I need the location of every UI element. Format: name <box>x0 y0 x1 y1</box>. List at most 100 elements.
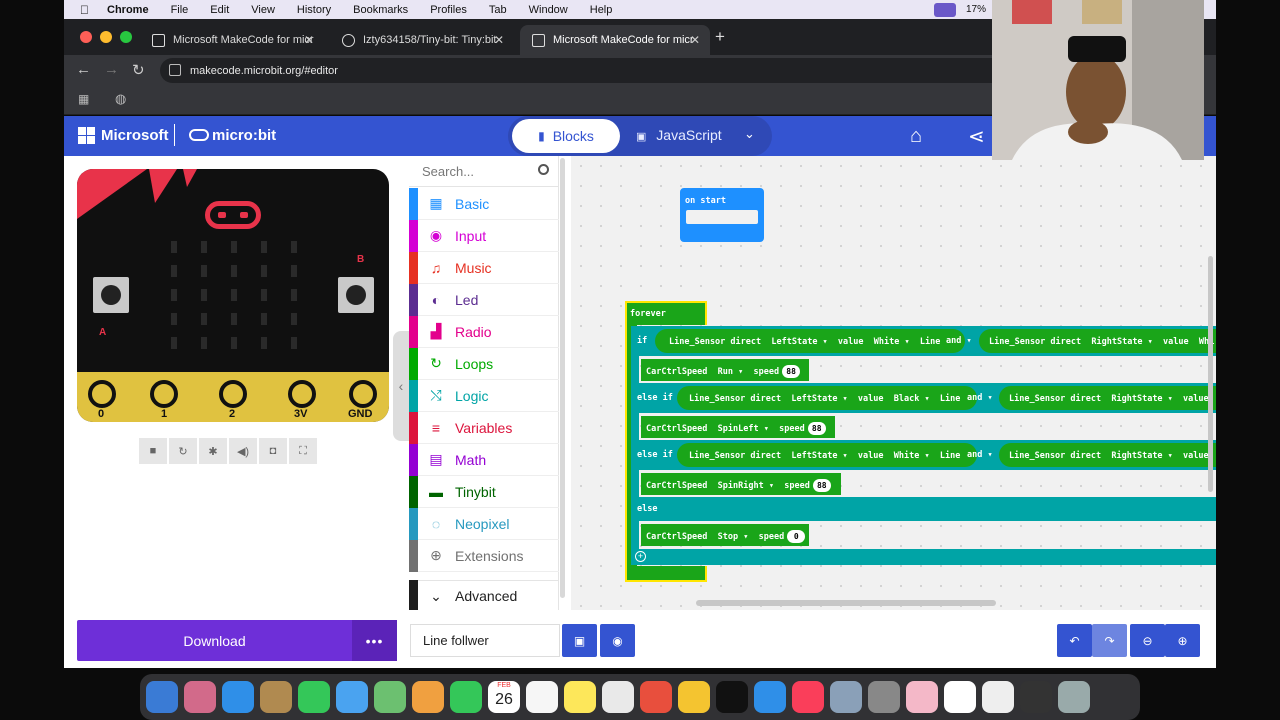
download-button[interactable]: Download ••• <box>77 620 397 661</box>
else-if-block-2[interactable]: else if Line_Sensor direct LeftState ▾ v… <box>631 440 1216 470</box>
fullscreen-icon[interactable]: ⛶ <box>289 438 317 464</box>
condition-right[interactable]: Line_Sensor direct RightState ▾ value Wh… <box>979 329 1216 353</box>
menu-tab[interactable]: Tab <box>489 4 507 16</box>
carctrlspeed-stop-block[interactable]: CarCtrlSpeed Stop ▾ speed 0 <box>641 524 809 546</box>
category-math[interactable]: ▤ Math <box>409 443 559 476</box>
screen-recorder-icon[interactable] <box>1020 681 1052 713</box>
browser-tab-2[interactable]: Izty634158/Tiny-bit: Tiny:bit ✕ <box>330 25 514 55</box>
condition-left[interactable]: Line_Sensor direct LeftState ▾ value Whi… <box>677 443 977 467</box>
category-radio[interactable]: ▟ Radio <box>409 315 559 348</box>
undo-icon[interactable]: ↶ <box>1057 624 1092 657</box>
workspace-hscrollbar[interactable] <box>696 600 996 606</box>
save-icon[interactable]: ▣ <box>562 624 597 657</box>
facetime-icon[interactable] <box>450 681 482 713</box>
restart-icon[interactable]: ↻ <box>169 438 197 464</box>
else-block[interactable]: else <box>631 497 1216 521</box>
button-b[interactable] <box>338 277 374 313</box>
pin-2[interactable] <box>219 380 247 408</box>
launchpad-icon[interactable] <box>184 681 216 713</box>
stop-icon[interactable]: ■ <box>139 438 167 464</box>
category-neopixel[interactable]: ◌ Neopixel <box>409 507 559 540</box>
menu-view[interactable]: View <box>251 4 275 16</box>
site-settings-icon[interactable] <box>169 64 181 76</box>
condition-right[interactable]: Line_Sensor direct RightState ▾ value <box>999 386 1216 410</box>
calendar-icon[interactable]: FEB 26 <box>488 681 520 713</box>
category-advanced[interactable]: ⌄ Advanced <box>409 580 559 612</box>
music-icon[interactable] <box>792 681 824 713</box>
forward-arrow-icon[interactable]: → <box>104 61 119 78</box>
if-block-header[interactable]: if Line_Sensor direct LeftState ▾ value … <box>631 326 1216 356</box>
globe-icon[interactable]: ◍ <box>115 91 126 107</box>
mute-icon[interactable]: ◀) <box>229 438 257 464</box>
carctrlspeed-spinright-block[interactable]: CarCtrlSpeed SpinRight ▾ speed 88 <box>641 473 841 495</box>
menu-history[interactable]: History <box>297 4 331 16</box>
minimize-window-icon[interactable] <box>100 31 112 43</box>
pin-3v[interactable] <box>288 380 316 408</box>
category-loops[interactable]: ↻ Loops <box>409 347 559 380</box>
reload-icon[interactable]: ↻ <box>132 61 145 79</box>
zoom-out-icon[interactable]: ⊖ <box>1130 624 1165 657</box>
menu-file[interactable]: File <box>171 4 189 16</box>
and-operator[interactable]: and ▾ <box>946 336 972 346</box>
apps-grid-icon[interactable]: ▦ <box>78 92 89 106</box>
toolbox-search-input[interactable]: Search... <box>409 156 559 187</box>
close-window-icon[interactable] <box>80 31 92 43</box>
screen-record-icon[interactable] <box>933 2 956 17</box>
condition-right[interactable]: Line_Sensor direct RightState ▾ value <box>999 443 1216 467</box>
pin-1[interactable] <box>150 380 178 408</box>
more-options-icon[interactable]: ••• <box>352 620 397 661</box>
microbit-simulator[interactable]: A B 0 1 2 3V GND <box>77 169 389 422</box>
apple-icon[interactable]:  <box>80 3 89 17</box>
collapse-simulator-button[interactable]: ‹ <box>393 331 409 441</box>
carctrlspeed-run-block[interactable]: CarCtrlSpeed Run ▾ speed 88 <box>641 359 809 381</box>
menu-window[interactable]: Window <box>529 4 568 16</box>
category-input[interactable]: ◉ Input <box>409 219 559 252</box>
redo-icon[interactable]: ↷ <box>1092 624 1127 657</box>
forever-block[interactable]: forever <box>625 301 707 325</box>
chrome-icon[interactable] <box>640 681 672 713</box>
capcut-icon[interactable] <box>944 681 976 713</box>
condition-left[interactable]: Line_Sensor direct LeftState ▾ value Bla… <box>677 386 977 410</box>
condition-left[interactable]: Line_Sensor direct LeftState ▾ value Whi… <box>655 329 965 353</box>
blocks-workspace[interactable]: on start forever if Line_Sensor direct L… <box>571 156 1216 610</box>
bitcoin-app-icon[interactable] <box>678 681 710 713</box>
contacts-icon[interactable] <box>260 681 292 713</box>
new-tab-icon[interactable]: + <box>715 27 725 47</box>
home-icon[interactable]: ⌂ <box>910 125 922 148</box>
menu-app-name[interactable]: Chrome <box>107 4 149 16</box>
microsoft-logo[interactable]: Microsoft <box>78 127 169 144</box>
and-operator[interactable]: and ▾ <box>967 393 993 403</box>
on-start-block[interactable]: on start <box>680 188 764 242</box>
notes-icon[interactable] <box>564 681 596 713</box>
category-led[interactable]: ◐ Led <box>409 283 559 316</box>
mail-icon[interactable] <box>336 681 368 713</box>
menu-edit[interactable]: Edit <box>210 4 229 16</box>
trash-icon[interactable] <box>1058 681 1090 713</box>
carctrlspeed-spinleft-block[interactable]: CarCtrlSpeed SpinLeft ▾ speed 88 <box>641 416 835 438</box>
browser-tab-3-active[interactable]: Microsoft MakeCode for micr ✕ <box>520 25 710 55</box>
debug-icon[interactable]: ✱ <box>199 438 227 464</box>
else-if-block-1[interactable]: else if Line_Sensor direct LeftState ▾ v… <box>631 383 1216 413</box>
address-bar[interactable]: makecode.microbit.org/#editor <box>160 58 1020 83</box>
and-operator[interactable]: and ▾ <box>967 450 993 460</box>
button-a[interactable] <box>93 277 129 313</box>
chevron-down-icon[interactable]: ⌄ <box>744 126 755 142</box>
category-basic[interactable]: ▦ Basic <box>409 187 559 220</box>
preview-icon[interactable] <box>830 681 862 713</box>
toolbox-scrollbar[interactable] <box>560 158 565 598</box>
qr-code-icon[interactable] <box>982 681 1014 713</box>
category-music[interactable]: ♫ Music <box>409 251 559 284</box>
app-store-icon[interactable] <box>754 681 786 713</box>
category-logic[interactable]: ⤭ Logic <box>409 379 559 412</box>
freeform-icon[interactable] <box>602 681 634 713</box>
browser-tab-1[interactable]: Microsoft MakeCode for micr ✕ <box>140 25 324 55</box>
blocks-mode-button[interactable]: ▮ Blocks <box>512 119 620 153</box>
screenshot-icon[interactable]: ◘ <box>259 438 287 464</box>
menu-profiles[interactable]: Profiles <box>430 4 467 16</box>
category-tinybit[interactable]: ▬ Tinybit <box>409 475 559 508</box>
category-extensions[interactable]: ⊕ Extensions <box>409 539 559 572</box>
pin-gnd[interactable] <box>349 380 377 408</box>
add-branch-icon[interactable]: + <box>635 551 646 562</box>
maps-icon[interactable] <box>374 681 406 713</box>
flower-app-icon[interactable] <box>906 681 938 713</box>
